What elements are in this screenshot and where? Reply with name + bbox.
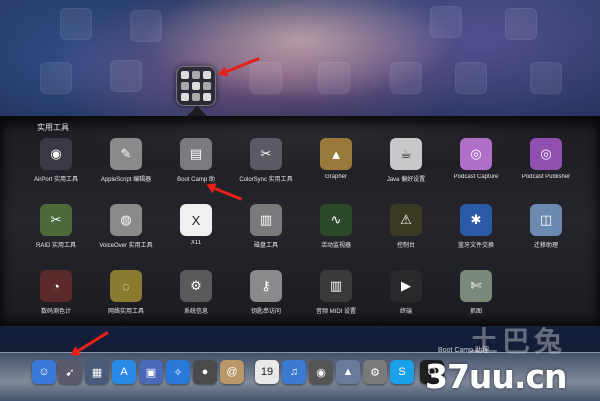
folder-app-label: Java 偏好设置	[386, 177, 426, 183]
folder-app-label: 控制台	[396, 243, 415, 249]
java-preferences-icon: ☕	[390, 138, 422, 170]
preview-icon[interactable]: ▣	[139, 360, 163, 384]
folder-app-audio-midi-setup[interactable]: ▥ 音频 MIDI 设置	[301, 270, 371, 315]
folder-app-label: 系统信息	[183, 309, 208, 315]
folder-app-airport-utility[interactable]: ◉ AirPort 实用工具	[21, 138, 91, 183]
folder-app-network-utility[interactable]: ◌ 网络实用工具	[91, 270, 161, 315]
keychain-access-icon: ⚷	[250, 270, 282, 302]
folder-app-applescript-editor[interactable]: ✎ AppleScript 编辑器	[91, 138, 161, 183]
folder-app-disk-utility[interactable]: ▥ 磁盘工具	[231, 204, 301, 249]
grapher-icon: ▲	[320, 138, 352, 170]
folder-app-console[interactable]: ⚠ 控制台	[371, 204, 441, 249]
folder-app-label: 网络实用工具	[107, 309, 144, 315]
background-app-icon	[455, 62, 487, 94]
folder-app-label: X11	[190, 240, 202, 246]
background-app-icon	[60, 8, 92, 40]
folder-app-keychain-access[interactable]: ⚷ 钥匙串访问	[231, 270, 301, 315]
finder-icon[interactable]: ☺	[32, 360, 56, 384]
background-app-icon	[430, 6, 462, 38]
folder-app-colorsync-utility[interactable]: ✂ ColorSync 实用工具	[231, 138, 301, 183]
folder-app-activity-monitor[interactable]: ∿ 活动监视器	[301, 204, 371, 249]
folder-app-label: 数码测色计	[40, 309, 71, 315]
background-app-icon	[110, 60, 142, 92]
folder-app-x11[interactable]: X X11	[161, 204, 231, 246]
background-app-icon	[318, 62, 350, 94]
mission-control-icon[interactable]: ▦	[85, 360, 109, 384]
console-icon: ⚠	[390, 204, 422, 236]
folder-app-label: 终端	[399, 309, 412, 315]
folder-app-podcast-publisher[interactable]: ◎ Podcast Publisher	[511, 138, 581, 180]
folder-app-podcast-capture[interactable]: ◎ Podcast Capture	[441, 138, 511, 180]
folder-app-label: VoiceOver 实用工具	[99, 243, 153, 249]
folder-app-label: 迁移助理	[533, 243, 558, 249]
folder-app-voiceover-utility[interactable]: ◍ VoiceOver 实用工具	[91, 204, 161, 249]
skype-icon[interactable]: S	[390, 360, 414, 384]
applescript-editor-icon: ✎	[110, 138, 142, 170]
watermark: 37uu.cn	[425, 357, 567, 396]
folder-app-label: RAID 实用工具	[35, 243, 76, 249]
colorsync-utility-icon: ✂	[250, 138, 282, 170]
folder-app-label: Podcast Publisher	[521, 174, 571, 180]
bluetooth-file-exchange-icon: ✱	[460, 204, 492, 236]
address-book-icon[interactable]: @	[220, 360, 244, 384]
safari-icon[interactable]: ✧	[166, 360, 190, 384]
raid-utility-icon: ✂	[40, 204, 72, 236]
folder-app-label: 磁盘工具	[253, 243, 278, 249]
folder-app-label: 活动监视器	[320, 243, 351, 249]
digital-color-meter-icon: ◔	[40, 270, 72, 302]
disk-utility-icon: ▥	[250, 204, 282, 236]
activity-monitor-icon: ∿	[320, 204, 352, 236]
background-app-icon	[130, 10, 162, 42]
podcast-capture-icon: ◎	[460, 138, 492, 170]
voiceover-utility-icon: ◍	[110, 204, 142, 236]
folder-app-boot-camp-assistant[interactable]: ▤ Boot Camp 助	[161, 138, 231, 183]
photo-booth-icon[interactable]: ◉	[309, 360, 333, 384]
folder-app-grab[interactable]: ✄ 抓图	[441, 270, 511, 315]
folder-app-grapher[interactable]: ▲ Grapher	[301, 138, 371, 180]
folder-app-label: 钥匙串访问	[250, 309, 281, 315]
itunes-icon[interactable]: ♫	[282, 360, 306, 384]
grab-icon: ✄	[460, 270, 492, 302]
folder-app-bluetooth-file-exchange[interactable]: ✱ 蓝牙文件交换	[441, 204, 511, 249]
app-store-icon[interactable]: A	[112, 360, 136, 384]
audio-midi-setup-icon: ▥	[320, 270, 352, 302]
folder-app-label: ColorSync 实用工具	[239, 177, 293, 183]
system-information-icon: ⚙	[180, 270, 212, 302]
folder-app-label: Boot Camp 助	[177, 177, 215, 183]
folder-app-system-information[interactable]: ⚙ 系统信息	[161, 270, 231, 315]
folder-app-label: AppleScript 编辑器	[100, 177, 152, 183]
system-preferences-icon[interactable]: ⚙	[363, 360, 387, 384]
airport-utility-icon: ◉	[40, 138, 72, 170]
folder-app-java-preferences[interactable]: ☕ Java 偏好设置	[371, 138, 441, 183]
background-app-icon	[250, 62, 282, 94]
folder-app-label: 抓图	[469, 309, 482, 315]
folder-app-migration-assistant[interactable]: ◫ 迁移助理	[511, 204, 581, 249]
background-app-icon	[505, 8, 537, 40]
terminal-icon: ▶	[390, 270, 422, 302]
facetime-icon[interactable]: ●	[193, 360, 217, 384]
folder-title[interactable]: 实用工具	[37, 122, 69, 133]
dock-tooltip: Boot Camp 助理	[438, 347, 489, 354]
folder-app-digital-color-meter[interactable]: ◔ 数码测色计	[21, 270, 91, 315]
ical-icon[interactable]: 19	[255, 360, 279, 384]
folder-app-raid-utility[interactable]: ✂ RAID 实用工具	[21, 204, 91, 249]
folder-app-label: AirPort 实用工具	[33, 177, 78, 183]
folder-app-label: 蓝牙文件交换	[457, 243, 494, 249]
x11-icon: X	[180, 204, 212, 236]
background-app-icon	[530, 62, 562, 94]
podcast-publisher-icon: ◎	[530, 138, 562, 170]
background-app-icon	[40, 62, 72, 94]
utilities-folder-icon[interactable]	[176, 66, 216, 106]
folder-app-label: 音频 MIDI 设置	[316, 309, 356, 315]
folder-app-label: Grapher	[324, 174, 347, 180]
folder-app-label: Podcast Capture	[453, 174, 499, 180]
network-utility-icon: ◌	[110, 270, 142, 302]
background-app-icon	[390, 62, 422, 94]
iphoto-icon[interactable]: ▲	[336, 360, 360, 384]
migration-assistant-icon: ◫	[530, 204, 562, 236]
boot-camp-assistant-icon: ▤	[180, 138, 212, 170]
launchpad-icon[interactable]: ➹	[58, 360, 82, 384]
folder-app-terminal[interactable]: ▶ 终端	[371, 270, 441, 315]
